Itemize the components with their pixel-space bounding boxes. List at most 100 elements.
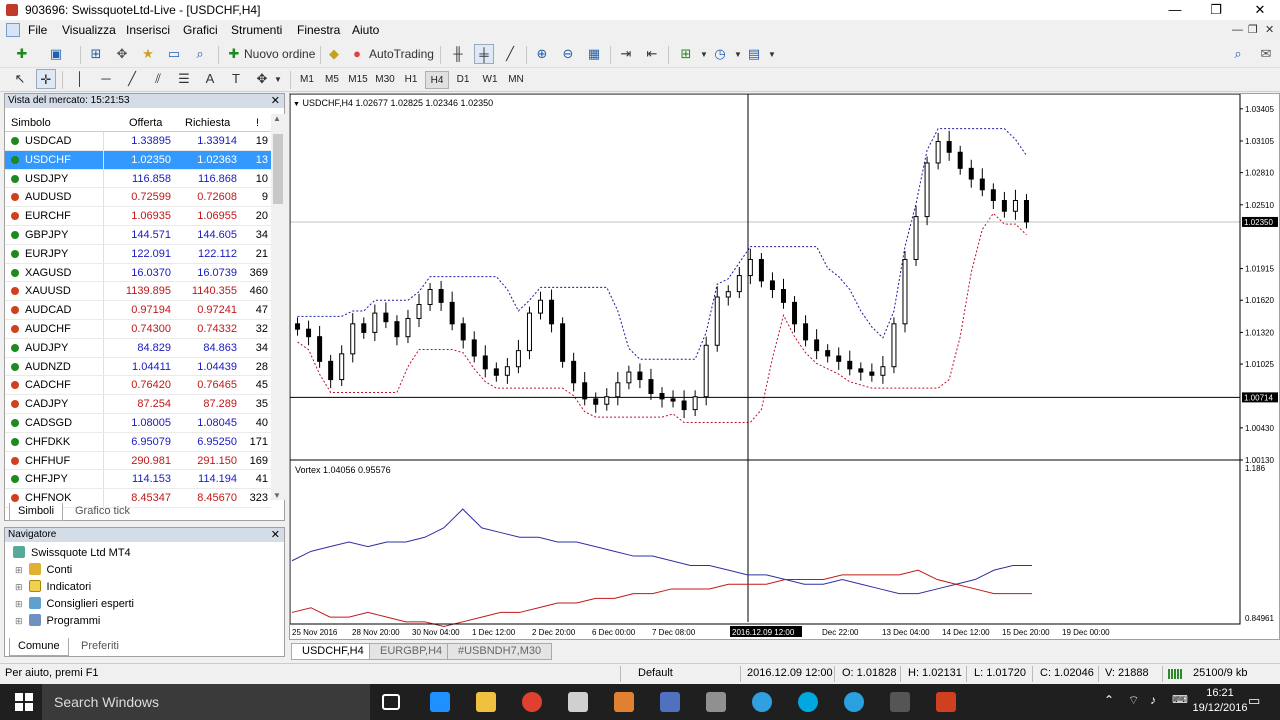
navigator-icon[interactable]: ★ — [138, 44, 158, 64]
menu-aiuto[interactable]: Aiuto — [352, 20, 379, 40]
market-row[interactable]: CADJPY 87.254 87.289 35 — [5, 395, 271, 414]
market-row[interactable]: CHFHUF 290.981 291.150 169 — [5, 451, 271, 471]
expand-icon[interactable]: ⊞ — [15, 582, 23, 592]
market-row[interactable]: XAUUSD 1139.895 1140.355 460 — [5, 282, 271, 302]
calculator-icon[interactable] — [890, 692, 910, 712]
chart-window[interactable]: 1.03405 1.03105 1.02810 1.02510 1.02350 1.019… — [289, 93, 1280, 640]
market-row[interactable]: AUDUSD 0.72599 0.72608 9 — [5, 188, 271, 208]
timeframe-h1[interactable]: H1 — [399, 71, 423, 89]
market-row[interactable]: AUDCHF 0.74300 0.74332 32 — [5, 319, 271, 339]
search-input[interactable]: Search Windows — [42, 684, 370, 720]
column-ask[interactable]: Richiesta — [185, 117, 230, 129]
market-row[interactable]: GBPJPY 144.571 144.605 34 — [5, 225, 271, 245]
windows-start-icon[interactable] — [14, 692, 34, 712]
column-spread[interactable]: ! — [256, 117, 259, 129]
timeframe-m1[interactable]: M1 — [295, 71, 319, 89]
close-icon[interactable]: ✕ — [271, 94, 280, 108]
chrome-icon[interactable] — [522, 692, 542, 712]
metaeditor-icon[interactable]: ◆ — [324, 44, 344, 64]
scroll-down-icon[interactable]: ▼ — [273, 491, 281, 500]
menu-finestra[interactable]: Finestra — [297, 20, 340, 40]
tray-chevron-icon[interactable]: ⌃ — [1104, 693, 1114, 707]
market-row[interactable]: AUDNZD 1.04411 1.04439 28 — [5, 357, 271, 377]
notifications-icon[interactable]: ▭ — [1248, 693, 1260, 709]
fibonacci-icon[interactable]: ☰ — [174, 69, 194, 89]
status-profile[interactable]: Default — [638, 664, 673, 684]
scroll-up-icon[interactable]: ▲ — [273, 114, 281, 123]
app-icon[interactable] — [706, 692, 726, 712]
timeframe-h4[interactable]: H4 — [425, 71, 449, 89]
keyboard-icon[interactable]: ⌨ — [1172, 693, 1188, 706]
market-row[interactable]: USDJPY 116.858 116.868 10 — [5, 169, 271, 189]
timeframe-mn[interactable]: MN — [504, 71, 528, 89]
mdi-close-icon[interactable]: ✕ — [1265, 20, 1274, 40]
expand-icon[interactable]: ⊞ — [15, 616, 23, 626]
close-button[interactable]: ✕ — [1240, 0, 1280, 20]
market-row[interactable]: USDCAD 1.33895 1.33914 19 — [5, 132, 271, 151]
menu-file[interactable]: File — [28, 20, 47, 40]
volume-icon[interactable]: ♪ — [1150, 693, 1156, 707]
market-row[interactable]: CHFDKK 6.95079 6.95250 171 — [5, 432, 271, 452]
wifi-icon[interactable]: ⌔ — [1128, 693, 1139, 708]
price-chart[interactable]: 1.03405 1.03105 1.02810 1.02510 1.02350 1.019… — [289, 93, 1279, 639]
market-row[interactable]: XAGUSD 16.0370 16.0739 369 — [5, 263, 271, 283]
market-row[interactable]: USDCHF 1.02350 1.02363 13 — [5, 150, 271, 170]
market-watch-icon[interactable]: ⊞ — [86, 44, 106, 64]
mdi-minimize-icon[interactable]: — — [1232, 20, 1243, 40]
market-watch-scrollbar[interactable]: ▲ ▼ — [271, 114, 285, 500]
market-row[interactable]: AUDJPY 84.829 84.863 34 — [5, 338, 271, 358]
tab-preferiti[interactable]: Preferiti — [73, 638, 127, 656]
clock-time[interactable]: 16:21 — [1200, 687, 1240, 699]
market-row[interactable]: CHFJPY 114.153 114.194 41 — [5, 470, 271, 490]
data-window-icon[interactable]: ✥ — [112, 44, 132, 64]
menu-strumenti[interactable]: Strumenti — [231, 20, 282, 40]
label-icon[interactable]: T — [226, 69, 246, 89]
chart-tab-eurgbp[interactable]: EURGBP,H4 — [369, 643, 454, 660]
cursor-icon[interactable]: ↖ — [10, 69, 30, 89]
timeframe-w1[interactable]: W1 — [478, 71, 502, 89]
autotrading-button[interactable]: AutoTrading — [369, 44, 434, 64]
autotrading-icon[interactable]: ● — [347, 44, 367, 64]
powerpoint-icon[interactable] — [936, 692, 956, 712]
mdi-restore-icon[interactable]: ❐ — [1248, 20, 1258, 40]
expand-icon[interactable]: ⊞ — [15, 565, 23, 575]
new-chart-icon[interactable]: ✚ — [12, 44, 32, 64]
expand-icon[interactable]: ⊞ — [15, 599, 23, 609]
skype-icon[interactable] — [798, 692, 818, 712]
profiles-icon[interactable]: ▣ — [46, 44, 66, 64]
chart-tab-usdchf[interactable]: USDCHF,H4 — [291, 643, 375, 660]
menu-inserisci[interactable]: Inserisci — [126, 20, 170, 40]
app-icon[interactable] — [752, 692, 772, 712]
column-symbol[interactable]: Simbolo — [11, 117, 51, 129]
tab-comune[interactable]: Comune — [9, 638, 69, 656]
market-row[interactable]: AUDCAD 0.97194 0.97241 47 — [5, 301, 271, 320]
crosshair-icon[interactable]: ✛ — [36, 69, 56, 89]
bar-chart-icon[interactable]: ╫ — [448, 44, 468, 64]
close-icon[interactable]: ✕ — [271, 528, 280, 542]
timeframe-m5[interactable]: M5 — [320, 71, 344, 89]
terminal-icon[interactable]: ▭ — [164, 44, 184, 64]
search-icon[interactable]: ⌕ — [1228, 44, 1248, 64]
market-row[interactable]: CADSGD 1.08005 1.08045 40 — [5, 413, 271, 433]
text-icon[interactable]: A — [200, 69, 220, 89]
line-chart-icon[interactable]: ╱ — [500, 44, 520, 64]
telegram-icon[interactable] — [844, 692, 864, 712]
trendline-icon[interactable]: ╱ — [122, 69, 142, 89]
edge-icon[interactable] — [430, 692, 450, 712]
menu-visualizza[interactable]: Visualizza — [62, 20, 116, 40]
indicators-icon[interactable]: ⊞ — [676, 44, 696, 64]
column-bid[interactable]: Offerta — [129, 117, 162, 129]
candlestick-icon[interactable]: ╪ — [474, 44, 494, 64]
new-order-button[interactable]: Nuovo ordine — [244, 44, 315, 64]
navigator-item-experts[interactable]: ⊞ Consiglieri esperti — [15, 597, 134, 610]
chat-icon[interactable]: ✉ — [1256, 44, 1276, 64]
clock-date[interactable]: 19/12/2016 — [1190, 702, 1250, 714]
vertical-line-icon[interactable]: │ — [70, 69, 90, 89]
timeframe-m30[interactable]: M30 — [373, 71, 397, 89]
market-row[interactable]: EURJPY 122.091 122.112 21 — [5, 244, 271, 264]
market-row[interactable]: EURCHF 1.06935 1.06955 20 — [5, 207, 271, 226]
tab-grafico-tick[interactable]: Grafico tick — [67, 503, 138, 521]
minimize-button[interactable]: — — [1155, 0, 1195, 20]
market-row[interactable]: CADCHF 0.76420 0.76465 45 — [5, 376, 271, 396]
scroll-thumb[interactable] — [273, 134, 283, 204]
